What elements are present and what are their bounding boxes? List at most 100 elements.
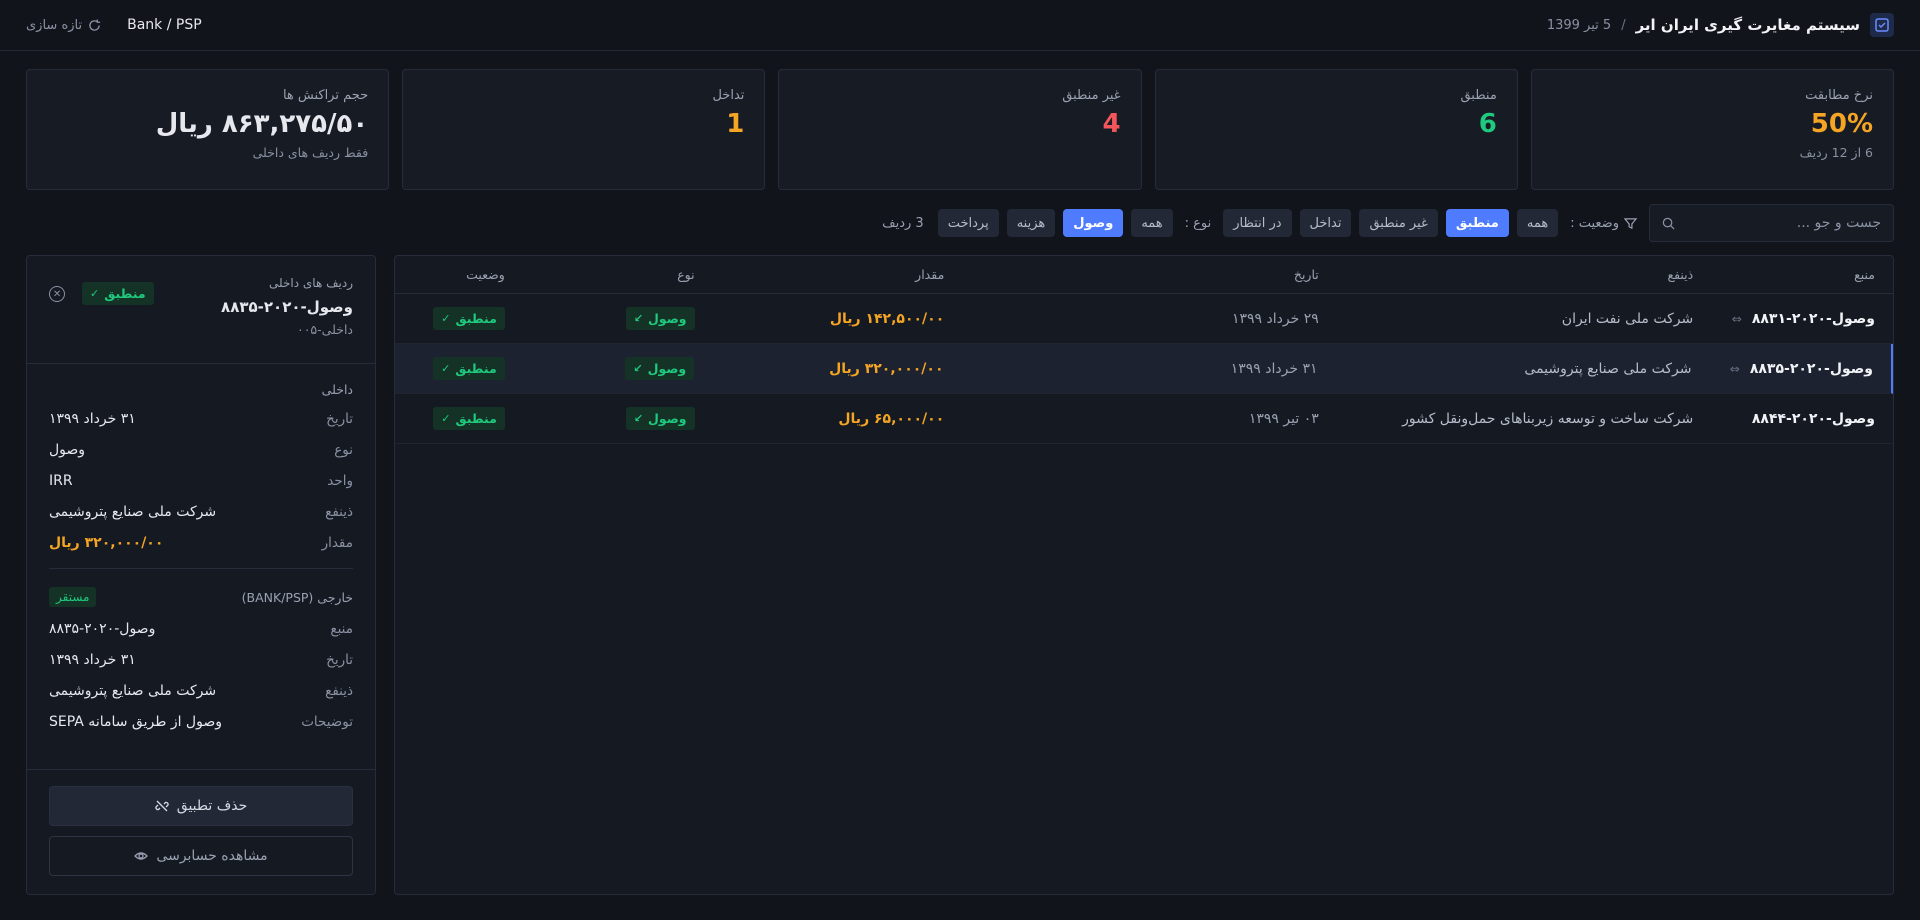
status-chip-unmatched[interactable]: غیر منطبق xyxy=(1359,209,1438,237)
view-audit-label: مشاهده حسابرسی xyxy=(156,848,268,864)
detail-value: شرکت ملی صنایع پتروشیمی xyxy=(49,503,217,520)
refresh-icon xyxy=(89,18,101,31)
card-value: 1 xyxy=(726,109,745,139)
detail-key: توضیحات xyxy=(301,713,353,730)
cell-type: وصول ↙ xyxy=(515,357,705,380)
header-status[interactable]: وضعیت xyxy=(395,267,515,282)
stat-cards: نرخ مطابقت 50% 6 از 12 ردیف منطبق 6 غیر … xyxy=(25,69,1894,190)
table-row-selected[interactable]: وصول-۲۰۲۰-۸۸۳۵ ⇔ شرکت ملی صنایع پتروشیمی… xyxy=(395,344,1893,394)
status-label: منطبق xyxy=(455,311,497,326)
detail-row: تاریخ ۳۱ خرداد ۱۳۹۹ xyxy=(49,644,353,675)
card-matched: منطبق 6 xyxy=(1154,69,1518,190)
detail-row: ذینفع شرکت ملی صنایع پتروشیمی xyxy=(49,675,353,706)
cell-date: ۲۹ خرداد ۱۳۹۹ xyxy=(1231,310,1319,327)
detail-key: تاریخ xyxy=(326,651,353,668)
detail-row: منبع وصول-۲۰۲۰-۸۸۳۵ xyxy=(49,613,353,644)
card-label: تداخل xyxy=(712,88,745,103)
header-beneficiary[interactable]: ذینفع xyxy=(1329,267,1703,282)
card-value: ۸۶۳,۲۷۵/۵۰ ریال xyxy=(155,109,369,139)
status-label: منطبق xyxy=(104,286,146,301)
status-filter-label: وضعیت : xyxy=(1570,216,1637,231)
detail-row: مقدار ۳۲۰,۰۰۰/۰۰ ریال xyxy=(49,527,353,558)
cell-amount: ۶۵,۰۰۰/۰۰ ریال xyxy=(705,411,955,427)
divider xyxy=(49,568,353,569)
source-id: وصول-۲۰۲۰-۸۸۴۴ xyxy=(1751,410,1875,427)
type-chip-all[interactable]: همه xyxy=(1131,209,1173,237)
header-date[interactable]: تاریخ xyxy=(954,267,1328,282)
arrow-down-left-icon: ↙ xyxy=(633,312,644,325)
status-label: منطبق xyxy=(455,411,497,426)
close-icon[interactable]: ✕ xyxy=(49,286,65,302)
card-label: نرخ مطابقت xyxy=(1805,88,1873,103)
type-label: وصول xyxy=(647,361,687,376)
status-chip-matched[interactable]: منطبق xyxy=(1445,209,1509,237)
status-badge: منطبق ✓ xyxy=(433,357,505,380)
type-badge: وصول ↙ xyxy=(625,357,695,380)
amount-value: ۶۵,۰۰۰/۰۰ ریال xyxy=(838,410,945,427)
detail-value: ۳۱ خرداد ۱۳۹۹ xyxy=(49,410,136,427)
card-label: منطبق xyxy=(1460,88,1497,103)
type-chip-receipt[interactable]: وصول xyxy=(1063,209,1124,237)
cell-status: منطبق ✓ xyxy=(395,407,515,430)
cell-source: وصول-۲۰۲۰-۸۸۴۴ xyxy=(1703,411,1893,427)
type-chip-expense[interactable]: هزینه xyxy=(1006,209,1056,237)
detail-value: ۳۲۰,۰۰۰/۰۰ ریال xyxy=(49,534,164,551)
remove-match-button[interactable]: حذف تطبیق xyxy=(49,786,353,826)
remove-match-label: حذف تطبیق xyxy=(176,798,248,814)
unlink-icon xyxy=(155,800,169,812)
check-circle-icon: ✓ xyxy=(441,412,451,425)
status-chip-all[interactable]: همه xyxy=(1516,209,1559,237)
view-audit-button[interactable]: مشاهده حسابرسی xyxy=(49,836,353,876)
refresh-label: تازه سازی xyxy=(26,17,83,33)
cell-type: وصول ↙ xyxy=(515,407,705,430)
search-input[interactable] xyxy=(1685,215,1881,231)
transactions-table: منبع ذینفع تاریخ مقدار نوع وضعیت وصول-۲۰… xyxy=(394,255,1894,895)
table-row[interactable]: وصول-۲۰۲۰-۸۸۳۱ ⇔ شرکت ملی نفت ایران ۲۹ خ… xyxy=(395,294,1893,344)
internal-title-text: داخلی xyxy=(321,382,353,397)
type-badge: وصول ↙ xyxy=(625,407,695,430)
card-value: 50% xyxy=(1810,109,1873,139)
detail-row: نوع وصول xyxy=(49,434,353,465)
type-filter-label: نوع : xyxy=(1184,215,1212,231)
detail-row: ذینفع شرکت ملی صنایع پتروشیمی xyxy=(49,496,353,527)
status-badge: منطبق ✓ xyxy=(433,307,505,330)
header-type[interactable]: نوع xyxy=(515,267,705,282)
detail-panel: ردیف های داخلی وصول-۲۰۲۰-۸۸۳۵ داخلی-۰۰۵ … xyxy=(26,255,376,895)
internal-title: داخلی xyxy=(49,382,353,397)
cell-date: ۳۱ خرداد ۱۳۹۹ xyxy=(1230,360,1318,377)
cell-status: منطبق ✓ xyxy=(395,307,515,330)
card-value: 4 xyxy=(1102,109,1121,139)
type-badge: وصول ↙ xyxy=(625,307,695,330)
cell-amount: ۳۲۰,۰۰۰/۰۰ ریال xyxy=(704,361,953,377)
arrow-down-left-icon: ↙ xyxy=(633,362,643,375)
card-volume: حجم تراکنش ها ۸۶۳,۲۷۵/۵۰ ریال فقط ردیف ه… xyxy=(25,69,390,190)
detail-key: مقدار xyxy=(321,534,353,551)
card-sub: 6 از 12 ردیف xyxy=(1799,145,1873,160)
header-source[interactable]: منبع xyxy=(1703,267,1893,282)
brand: سیستم مغایرت گیری ایران ایر / 5 تیر 1399 xyxy=(1547,13,1894,37)
search-icon xyxy=(1662,217,1675,230)
source-id: وصول-۲۰۲۰-۸۸۳۵ xyxy=(1749,360,1873,377)
card-sub: فقط ردیف های داخلی xyxy=(252,145,369,160)
refresh-button[interactable]: تازه سازی xyxy=(26,18,101,33)
external-badge: مستقر xyxy=(49,587,97,607)
row-count: 3 ردیف xyxy=(882,215,924,231)
detail-footer: حذف تطبیق مشاهده حسابرسی xyxy=(27,769,375,894)
arrow-down-left-icon: ↙ xyxy=(633,412,644,425)
status-label: منطبق xyxy=(455,361,497,376)
header-amount[interactable]: مقدار xyxy=(705,267,955,282)
eye-icon xyxy=(134,852,149,860)
type-chip-payment[interactable]: پرداخت xyxy=(937,209,999,237)
status-chip-conflict[interactable]: تداخل xyxy=(1299,209,1352,237)
card-value: 6 xyxy=(1478,109,1497,139)
internal-section: داخلی تاریخ ۳۱ خرداد ۱۳۹۹ نوع وصول واحد IRR… xyxy=(27,382,375,558)
detail-value: شرکت ملی صنایع پتروشیمی xyxy=(49,682,217,699)
cell-beneficiary: شرکت ملی صنایع پتروشیمی xyxy=(1524,360,1692,377)
type-label: وصول xyxy=(648,311,687,326)
table-row[interactable]: وصول-۲۰۲۰-۸۸۴۴ شرکت ساخت و توسعه زیربناه… xyxy=(395,394,1893,444)
detail-value: IRR xyxy=(49,472,73,489)
detail-value: وصول-۲۰۲۰-۸۸۳۵ xyxy=(49,620,156,637)
amount-value: ۳۲۰,۰۰۰/۰۰ ریال xyxy=(829,360,944,377)
external-title: خارجی (BANK/PSP) مستقر xyxy=(49,587,353,607)
status-chip-pending[interactable]: در انتظار xyxy=(1223,209,1292,237)
